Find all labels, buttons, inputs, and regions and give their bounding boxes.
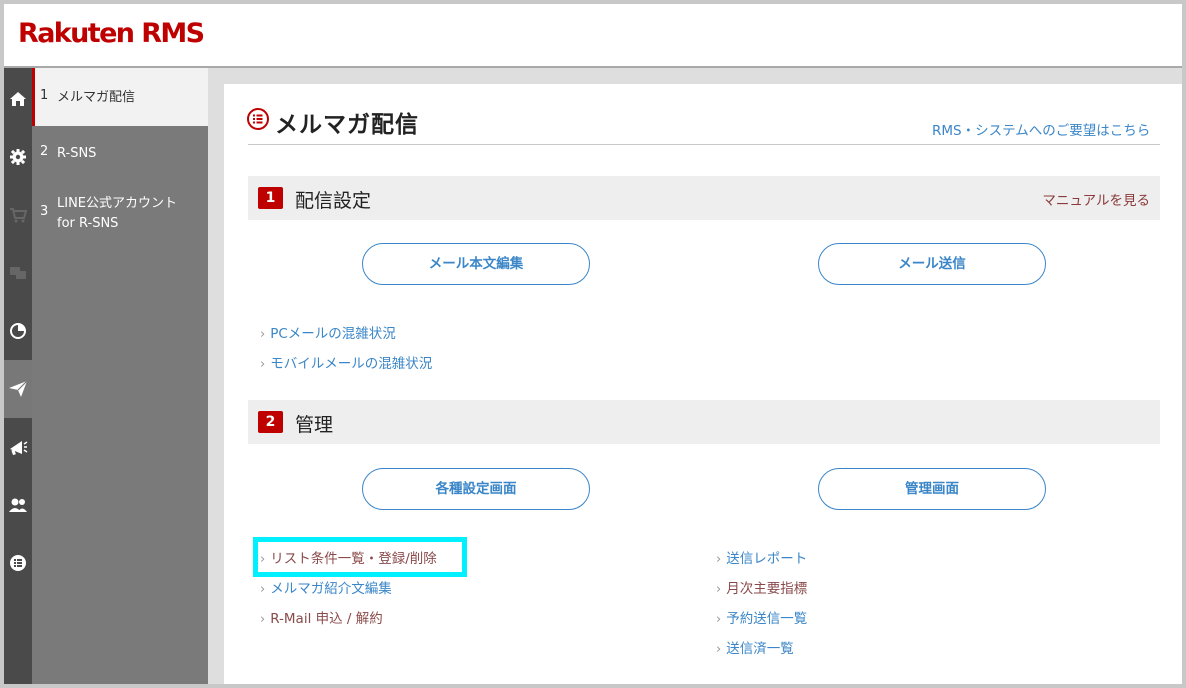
sidebar-item-label: メルマガ配信: [57, 90, 136, 105]
app-frame: Rakuten RMS 1 メルマガ配信 2 R-SNS 3 LINE公式アカウ…: [4, 4, 1182, 684]
chevron-right-icon: ›: [716, 642, 722, 657]
chevron-right-icon: ›: [260, 327, 266, 342]
chevron-right-icon: ›: [716, 612, 722, 627]
sidebar-item-mailmag[interactable]: 1 メルマガ配信: [32, 68, 208, 126]
manual-link[interactable]: マニュアルを見る: [1042, 189, 1150, 209]
section-management: 2 管理: [248, 400, 1160, 444]
chevron-right-icon: ›: [716, 582, 722, 597]
rail-home[interactable]: [4, 70, 32, 128]
rakuten-rms-logo[interactable]: Rakuten RMS: [18, 18, 205, 49]
sidebar-item-num: 1: [40, 88, 49, 103]
section-number-badge: 2: [258, 411, 283, 433]
sidebar-item-num: 2: [40, 144, 49, 159]
title-divider: [248, 144, 1160, 145]
sidebar-item-num: 3: [40, 204, 49, 219]
section-delivery-settings: 1 配信設定 マニュアルを見る: [248, 176, 1160, 220]
rail-chat[interactable]: [4, 244, 32, 302]
rail-settings[interactable]: [4, 128, 32, 186]
icon-rail: [4, 68, 32, 684]
send-icon: [9, 380, 28, 397]
chevron-right-icon: ›: [716, 552, 722, 567]
chevron-right-icon: ›: [260, 357, 266, 372]
page-title: メルマガ配信: [275, 112, 419, 138]
intro-text-edit-link[interactable]: › メルマガ紹介文編集: [260, 577, 392, 597]
list-circle-icon: [247, 108, 269, 130]
pie-chart-icon: [10, 323, 26, 339]
rail-analytics[interactable]: [4, 302, 32, 360]
settings-screen-button[interactable]: 各種設定画面: [362, 468, 590, 510]
mail-body-edit-button[interactable]: メール本文編集: [362, 243, 590, 285]
send-report-link[interactable]: › 送信レポート: [716, 547, 807, 567]
sidebar-item-rsns[interactable]: 2 R-SNS: [32, 144, 208, 168]
mail-send-button[interactable]: メール送信: [818, 243, 1046, 285]
link-label: 月次主要指標: [726, 581, 808, 597]
users-icon: [9, 498, 27, 512]
chat-icon: [10, 267, 26, 279]
pc-mail-congestion-link[interactable]: › PCメールの混雑状況: [260, 322, 396, 342]
chevron-right-icon: ›: [260, 612, 266, 627]
rail-users[interactable]: [4, 476, 32, 534]
management-screen-button[interactable]: 管理画面: [818, 468, 1046, 510]
gear-icon: [10, 149, 26, 165]
section-title: 配信設定: [295, 190, 372, 212]
section-number-badge: 1: [258, 187, 283, 209]
link-label: メルマガ紹介文編集: [270, 581, 392, 597]
link-label: 送信済一覧: [726, 641, 794, 657]
home-icon: [10, 92, 26, 106]
sidebar-item-label-line2: for R-SNS: [57, 216, 119, 231]
sidebar-menu: 1 メルマガ配信 2 R-SNS 3 LINE公式アカウント for R-SNS: [32, 68, 208, 684]
request-link[interactable]: RMS・システムへのご要望はこちら: [932, 119, 1150, 139]
link-label: 送信レポート: [726, 551, 808, 567]
link-label: PCメールの混雑状況: [270, 326, 396, 342]
rail-mail[interactable]: [4, 360, 32, 418]
sidebar-item-line[interactable]: 3 LINE公式アカウント for R-SNS: [32, 194, 208, 238]
list-icon: [10, 555, 26, 571]
monthly-kpi-link[interactable]: › 月次主要指標: [716, 577, 807, 597]
sidebar-item-label: R-SNS: [57, 146, 97, 161]
cart-icon: [10, 208, 27, 223]
sidebar-item-label-line1: LINE公式アカウント: [57, 196, 178, 211]
mobile-mail-congestion-link[interactable]: › モバイルメールの混雑状況: [260, 352, 432, 372]
rail-promotion[interactable]: [4, 418, 32, 476]
link-label: R-Mail 申込 / 解約: [270, 611, 383, 627]
chevron-right-icon: ›: [260, 582, 266, 597]
rmail-apply-link[interactable]: › R-Mail 申込 / 解約: [260, 607, 383, 627]
sent-list-link[interactable]: › 送信済一覧: [716, 637, 794, 657]
top-header: Rakuten RMS: [4, 4, 1182, 68]
rail-cart[interactable]: [4, 186, 32, 244]
link-label: モバイルメールの混雑状況: [270, 356, 433, 372]
section-title: 管理: [295, 414, 334, 436]
megaphone-icon: [10, 441, 28, 456]
highlight-box: [253, 537, 467, 577]
rail-list[interactable]: [4, 534, 32, 592]
link-label: 予約送信一覧: [726, 611, 808, 627]
scheduled-list-link[interactable]: › 予約送信一覧: [716, 607, 807, 627]
